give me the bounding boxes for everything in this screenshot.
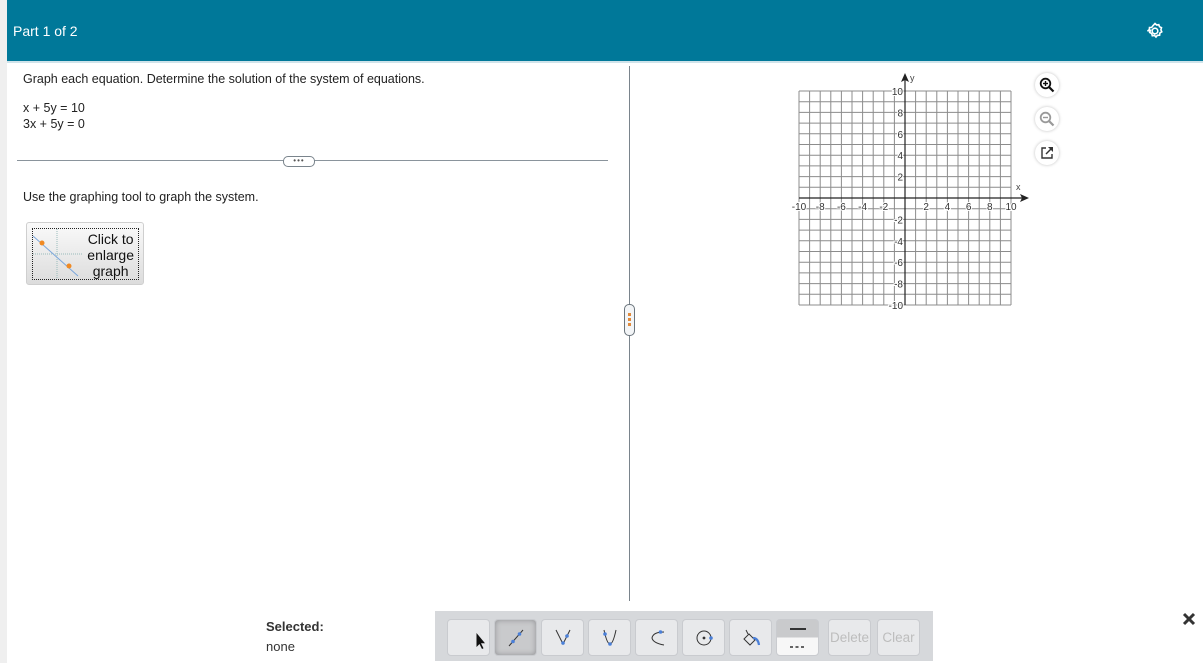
y-tick-label: -8 [894,280,903,291]
x-tick-label: -2 [879,202,888,213]
x-tick-label: 8 [987,202,993,213]
x-tick-label: -8 [816,202,825,213]
absolute-value-icon [555,629,571,646]
y-tick-label: 6 [897,130,903,141]
part-title: Part 1 of 2 [13,23,78,39]
y-tick-label: 10 [892,87,904,98]
y-tick-label: -4 [894,237,903,248]
paint-bucket-icon [743,629,761,646]
header-bar: Part 1 of 2 [7,0,1203,63]
zoom-out-icon [1039,111,1055,127]
equation-2: 3x + 5y = 0 [23,117,85,131]
equation-1: x + 5y = 10 [23,101,85,115]
square-root-icon [651,630,665,646]
selected-label: Selected: [266,619,324,634]
popout-button[interactable] [1035,141,1059,165]
delete-button[interactable]: Delete [828,619,871,656]
x-tick-label: 10 [1005,202,1017,213]
y-tick-label: 2 [897,173,903,184]
parabola-tool-button[interactable] [588,619,631,656]
select-tool-button[interactable] [447,619,490,656]
x-tick-label: 4 [945,202,951,213]
enlarge-label-line2: enlarge [87,247,134,263]
coordinate-graph[interactable]: x y -10 -8 -6 -4 -2 2 4 6 8 10 10 8 6 4 2 -2 -4 -6 -8 -10 [785,70,1030,315]
enlarge-label-line1: Click to [87,231,134,247]
enlarge-graph-button[interactable]: Click to enlarge graph [26,222,144,285]
line-tool-button[interactable] [494,619,537,656]
pane-resize-handle[interactable] [624,304,635,336]
x-tick-label: 2 [923,202,929,213]
zoom-in-icon [1039,77,1055,93]
enlarge-graph-frame: Click to enlarge graph [32,228,139,280]
y-tick-label: 8 [897,108,903,119]
y-tick-label: 4 [897,151,903,162]
left-margin [0,0,7,663]
expand-more-button[interactable]: ••• [283,156,315,167]
popout-icon [1041,147,1053,159]
y-tick-label: -2 [894,215,903,226]
x-tick-label: -10 [792,202,807,213]
enlarge-label-line3: graph [92,263,129,279]
graph-toolbar: Delete Clear [435,611,933,661]
y-tick-label: -6 [894,258,903,269]
close-icon[interactable] [1182,612,1196,626]
question-instruction: Graph each equation. Determine the solut… [23,72,425,86]
pointer-arrow-icon [476,633,485,649]
x-tick-label: 6 [966,202,972,213]
absolute-value-tool-button[interactable] [541,619,584,656]
graph-prompt: Use the graphing tool to graph the syste… [23,190,259,204]
zoom-in-button[interactable] [1035,73,1059,97]
line-tool-icon [508,629,524,647]
x-axis-label: x [1016,182,1021,192]
selected-value: none [266,639,295,654]
fill-tool-button[interactable] [729,619,772,656]
gear-icon[interactable] [1145,21,1165,41]
y-axis-label: y [910,73,915,83]
line-style-toggle[interactable] [776,619,819,656]
clear-button[interactable]: Clear [877,619,920,656]
y-tick-label: -10 [889,301,904,312]
graph-thumbnail-icon [33,229,83,279]
parabola-icon [603,629,617,646]
circle-tool-button[interactable] [682,619,725,656]
zoom-out-button[interactable] [1035,107,1059,131]
line-style-icon [790,628,806,648]
square-root-tool-button[interactable] [635,619,678,656]
x-tick-label: -6 [837,202,846,213]
circle-tool-icon [696,630,713,646]
x-tick-label: -4 [858,202,867,213]
